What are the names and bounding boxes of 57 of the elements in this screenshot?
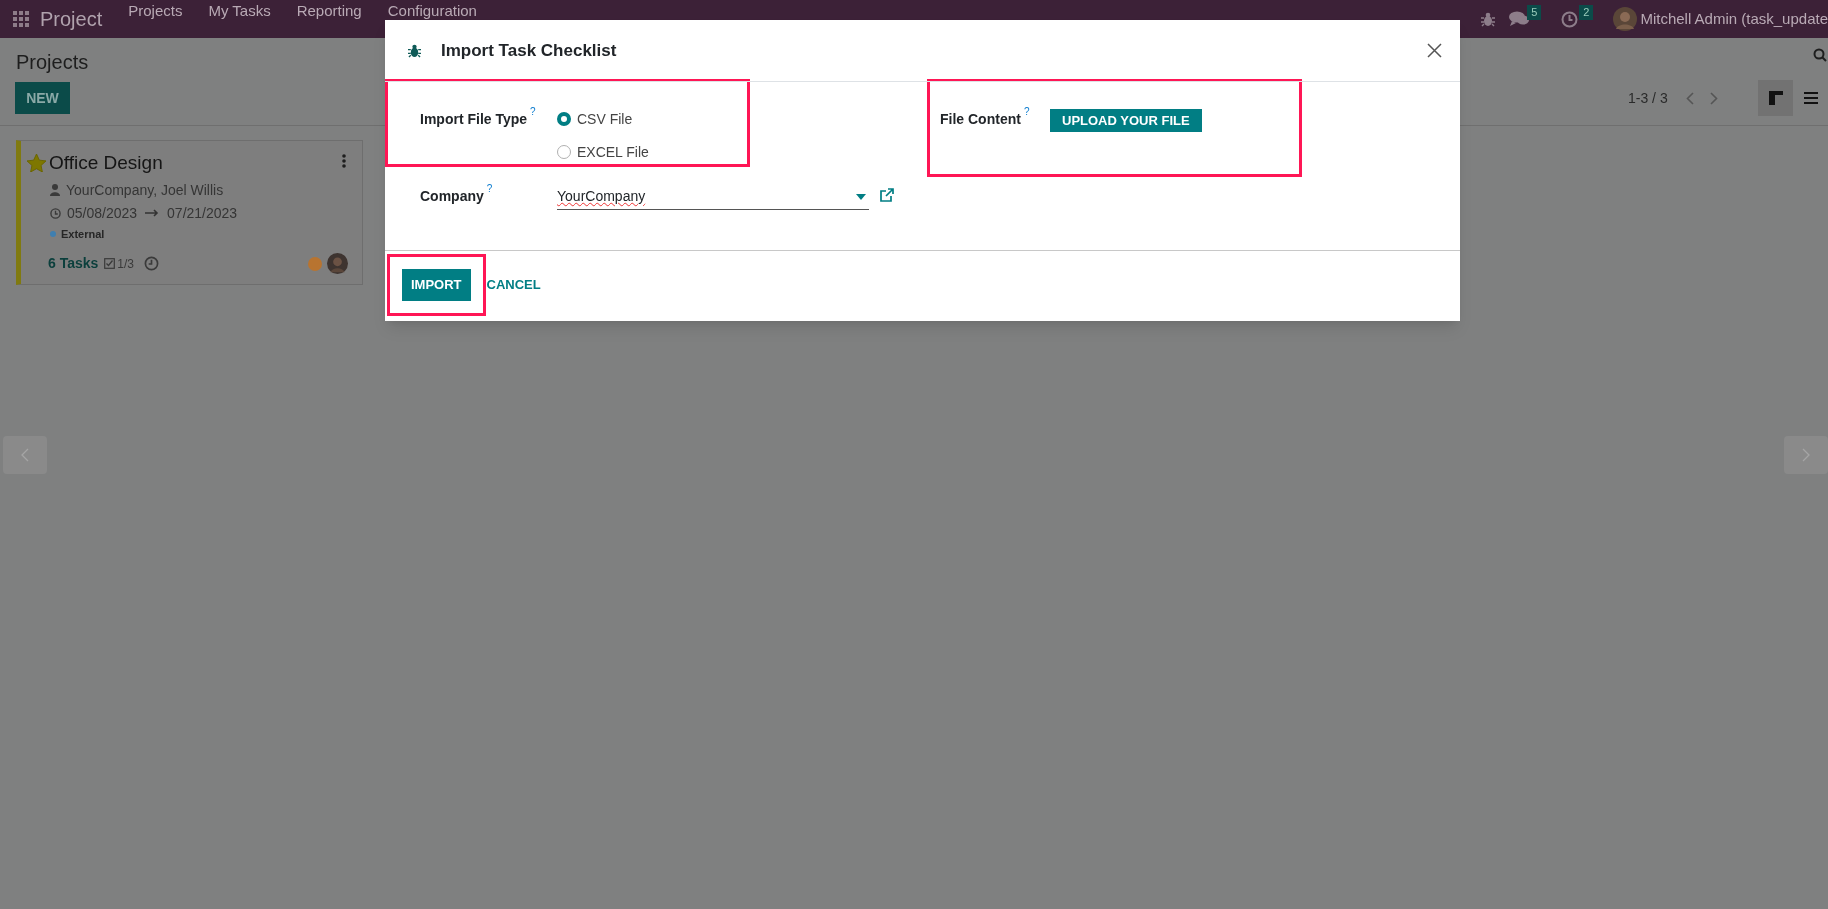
kanban-view-button[interactable]: [1758, 80, 1793, 116]
chat-icon[interactable]: [1509, 11, 1530, 27]
menu-item[interactable]: My Tasks: [208, 2, 271, 19]
customer-name: YourCompany, Joel Willis: [66, 180, 224, 200]
new-button[interactable]: NEW: [15, 82, 70, 114]
start-date: 05/08/2023: [67, 203, 138, 223]
upload-button[interactable]: UPLOAD YOUR FILE: [1050, 109, 1202, 132]
help-mark[interactable]: ?: [530, 102, 536, 122]
avatar-icon: [1613, 7, 1638, 31]
caret-icon: [856, 193, 866, 200]
help-mark[interactable]: ?: [486, 179, 493, 199]
menu-item[interactable]: Projects: [128, 2, 183, 19]
count-badge: 5: [1527, 4, 1542, 20]
dialog-title: Import Task Checklist: [441, 39, 617, 62]
chevron-right-icon: [1802, 448, 1810, 462]
end-date: 07/21/2023: [167, 203, 238, 223]
star-icon[interactable]: [27, 154, 46, 173]
page-title: Projects: [16, 50, 89, 75]
close-icon[interactable]: [1427, 43, 1442, 58]
apps-grid-icon[interactable]: [13, 11, 29, 27]
radio-option[interactable]: EXCEL File: [557, 140, 649, 164]
count-badge: 2: [1579, 4, 1594, 20]
menu-item[interactable]: Reporting: [296, 2, 362, 19]
search-icon[interactable]: [1813, 48, 1827, 62]
bug-icon[interactable]: [1481, 11, 1496, 27]
radio-button[interactable]: [557, 145, 571, 159]
kanban-icon: [1768, 91, 1783, 105]
clock-icon: [50, 207, 61, 219]
external-link-icon[interactable]: [880, 188, 894, 202]
clock-icon[interactable]: [144, 256, 160, 271]
more-options-icon[interactable]: [342, 154, 346, 168]
person-icon: [50, 184, 60, 196]
user-name: Mitchell Admin (task_update: [1640, 8, 1828, 29]
field-label: Company: [420, 187, 484, 206]
menu-item[interactable]: Configuration: [387, 2, 477, 19]
clock-icon[interactable]: [1561, 10, 1579, 28]
arrow-right-icon: [145, 209, 160, 217]
tag-label: External: [61, 226, 105, 242]
checkbox-icon: [104, 258, 116, 269]
project-card[interactable]: Office Design YourCompany, Joel Willis 05/08/2023 07/21/2023 External 6 Tasks 1/3: [16, 140, 363, 285]
card-title: Office Design: [49, 151, 163, 175]
field-label: File Content: [940, 110, 1021, 129]
chevron-left-icon: [21, 448, 29, 462]
radio-option[interactable]: CSV File: [557, 107, 649, 131]
cancel-button[interactable]: CANCEL: [485, 269, 542, 301]
app-name[interactable]: Project: [40, 4, 103, 34]
field-label: Import File Type: [420, 110, 528, 129]
radio-button[interactable]: [557, 112, 571, 126]
list-icon: [1803, 92, 1818, 104]
company-select[interactable]: YourCompany: [557, 184, 869, 210]
help-mark[interactable]: ?: [1023, 102, 1030, 122]
bug-icon: [408, 43, 421, 58]
checklist-count: 1/3: [117, 255, 135, 273]
import-button[interactable]: IMPORT: [402, 269, 471, 301]
user-menu[interactable]: Mitchell Admin (task_update: [1613, 7, 1828, 31]
avatar-icon[interactable]: [327, 253, 348, 274]
pager-value: 1-3 / 3: [1628, 88, 1668, 108]
